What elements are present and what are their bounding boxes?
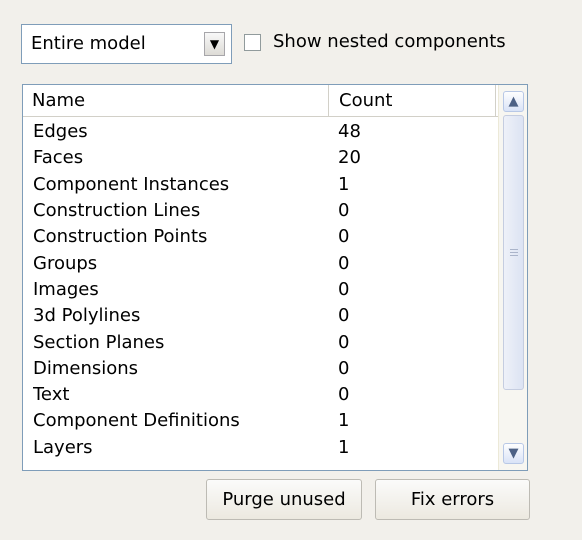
scope-dropdown[interactable]: Entire model ▼ — [21, 24, 232, 64]
scope-selected-value: Entire model — [31, 34, 146, 54]
row-name: Component Instances — [33, 174, 230, 195]
row-count: 20 — [338, 147, 361, 169]
table-row[interactable]: Edges 48 — [33, 119, 495, 145]
row-name: Dimensions — [33, 358, 139, 379]
row-name: Faces — [33, 148, 84, 169]
arrow-up-icon[interactable]: ▲ — [503, 91, 524, 112]
row-name: Construction Lines — [33, 201, 201, 222]
row-count: 1 — [338, 410, 350, 432]
statistics-rows: Edges 48 Faces 20 Component Instances 1 … — [33, 119, 495, 461]
row-name: Construction Points — [33, 227, 208, 248]
table-row[interactable]: Text 0 — [33, 382, 495, 408]
scroll-track[interactable] — [503, 115, 524, 440]
row-count: 0 — [338, 331, 350, 353]
table-row[interactable]: Component Definitions 1 — [33, 408, 495, 434]
row-name: Layers — [33, 437, 93, 458]
row-count: 48 — [338, 121, 361, 143]
row-count: 0 — [338, 200, 350, 222]
name-column-header[interactable]: Name — [23, 85, 329, 116]
row-name: Section Planes — [33, 332, 165, 353]
list-header: Name Count — [23, 85, 500, 117]
scroll-grip-icon — [509, 249, 518, 256]
purge-unused-button[interactable]: Purge unused — [206, 479, 362, 520]
table-row[interactable]: Construction Points 0 — [33, 224, 495, 250]
statistics-list[interactable]: Name Count Edges 48 Faces 20 Component I… — [22, 84, 528, 471]
table-row[interactable]: Component Instances 1 — [33, 172, 495, 198]
model-info-statistics-panel: Entire model ▼ Show nested components Na… — [0, 0, 582, 540]
row-name: Text — [33, 385, 70, 406]
row-name: Component Definitions — [33, 411, 240, 432]
table-row[interactable]: Layers 1 — [33, 435, 495, 461]
show-nested-label: Show nested components — [273, 31, 506, 52]
row-count: 1 — [338, 173, 350, 195]
table-row[interactable]: Section Planes 0 — [33, 329, 495, 355]
row-count: 0 — [338, 384, 350, 406]
row-count: 0 — [338, 278, 350, 300]
table-row[interactable]: Faces 20 — [33, 145, 495, 171]
table-row[interactable]: Construction Lines 0 — [33, 198, 495, 224]
table-row[interactable]: Images 0 — [33, 277, 495, 303]
fix-errors-button[interactable]: Fix errors — [375, 479, 530, 520]
table-row[interactable]: Dimensions 0 — [33, 356, 495, 382]
row-count: 0 — [338, 357, 350, 379]
arrow-down-icon[interactable]: ▼ — [503, 443, 524, 464]
count-column-header[interactable]: Count — [329, 85, 496, 116]
row-name: Groups — [33, 253, 98, 274]
row-count: 0 — [338, 305, 350, 327]
row-name: 3d Polylines — [33, 306, 141, 327]
table-row[interactable]: 3d Polylines 0 — [33, 303, 495, 329]
row-count: 0 — [338, 226, 350, 248]
row-count: 1 — [338, 436, 350, 458]
row-count: 0 — [338, 252, 350, 274]
chevron-down-icon[interactable]: ▼ — [204, 32, 225, 56]
table-row[interactable]: Groups 0 — [33, 250, 495, 276]
vertical-scrollbar[interactable]: ▲ ▼ — [498, 85, 527, 470]
show-nested-checkbox[interactable] — [244, 33, 261, 51]
row-name: Edges — [33, 122, 88, 143]
row-name: Images — [33, 279, 99, 300]
show-nested-components-toggle[interactable]: Show nested components — [244, 28, 506, 56]
scroll-thumb[interactable] — [503, 115, 524, 390]
